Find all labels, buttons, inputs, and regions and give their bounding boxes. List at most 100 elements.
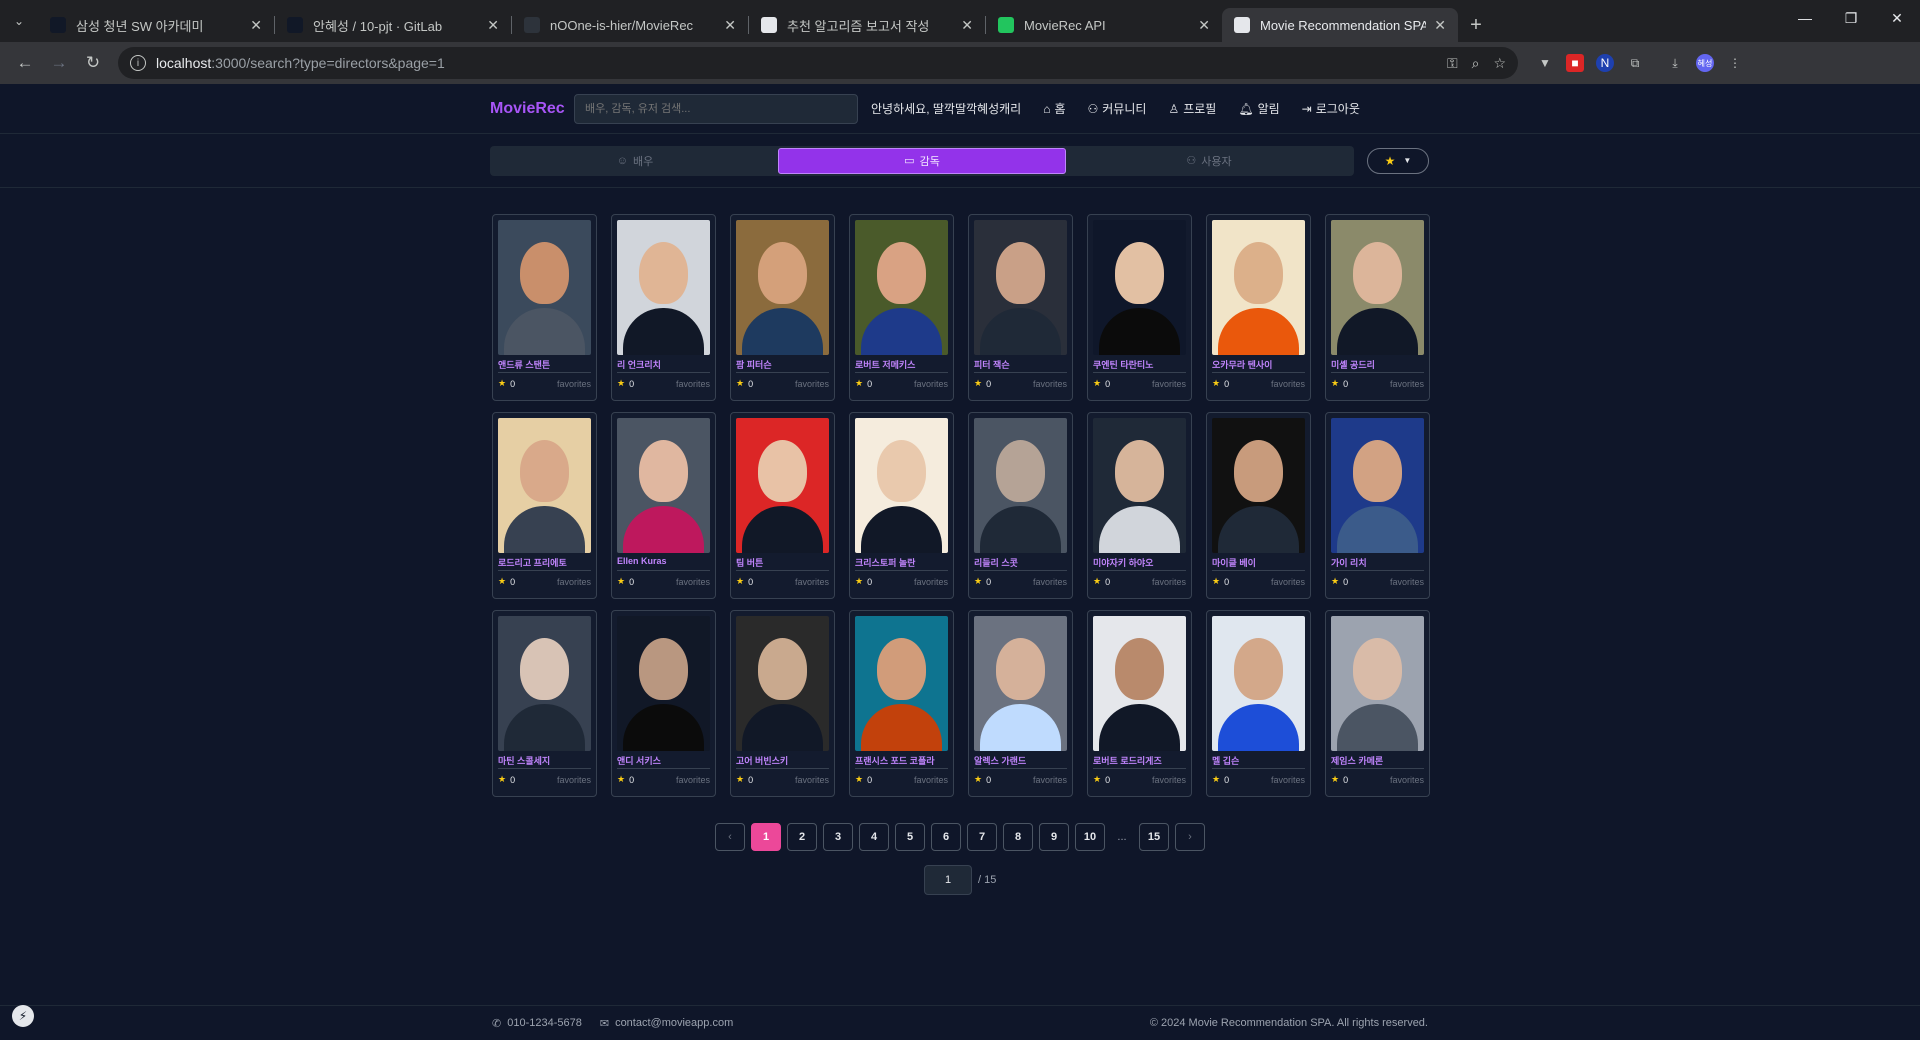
director-name[interactable]: 피터 잭슨 [974, 358, 1067, 373]
close-window-icon[interactable]: ✕ [1874, 0, 1920, 36]
director-card[interactable]: 팀 버튼 ★ 0 favorites [730, 412, 835, 599]
nav-link-4[interactable]: 🔔︎ 알림 [1238, 100, 1279, 117]
director-card[interactable]: 미야자키 하야오 ★ 0 favorites [1087, 412, 1192, 599]
star-icon[interactable]: ★ [1093, 774, 1101, 785]
vue-devtools-icon[interactable]: ▼ [1536, 54, 1554, 72]
new-tab-button[interactable]: + [1458, 8, 1494, 42]
director-card[interactable]: 로드리고 프리에토 ★ 0 favorites [492, 412, 597, 599]
star-icon[interactable]: ★ [1212, 576, 1220, 587]
star-icon[interactable]: ★ [1331, 576, 1339, 587]
director-card[interactable]: 피터 잭슨 ★ 0 favorites [968, 214, 1073, 401]
key-icon[interactable]: ⚿ [1447, 55, 1458, 72]
director-name[interactable]: 마이클 베이 [1212, 556, 1305, 571]
browser-tab[interactable]: 안혜성 / 10-pjt · GitLab ✕ [275, 8, 511, 42]
page-button[interactable]: 1 [751, 823, 781, 851]
profile-avatar[interactable]: 혜성 [1696, 54, 1714, 72]
nuxt-devtools-icon[interactable]: ⚡ [12, 1005, 34, 1027]
director-photo[interactable] [974, 220, 1067, 355]
director-name[interactable]: 알렉스 가랜드 [974, 754, 1067, 769]
category-tab-1[interactable]: ☺ 배우 [492, 148, 778, 174]
director-photo[interactable] [498, 220, 591, 355]
page-button[interactable]: 2 [787, 823, 817, 851]
director-name[interactable]: 앤디 서키스 [617, 754, 710, 769]
director-photo[interactable] [855, 220, 948, 355]
director-card[interactable]: 로버트 저메키스 ★ 0 favorites [849, 214, 954, 401]
director-name[interactable]: 로버트 로드리게즈 [1093, 754, 1186, 769]
star-icon[interactable]: ★ [855, 576, 863, 587]
star-icon[interactable]: ★ [855, 774, 863, 785]
page-button[interactable]: 4 [859, 823, 889, 851]
director-name[interactable]: 프랜시스 포드 코폴라 [855, 754, 948, 769]
tab-close-icon[interactable]: ✕ [724, 17, 736, 34]
director-name[interactable]: 팀 버튼 [736, 556, 829, 571]
star-icon[interactable]: ★ [855, 378, 863, 389]
star-icon[interactable]: ★ [498, 576, 506, 587]
browser-tab[interactable]: 삼성 청년 SW 아카데미 ✕ [38, 8, 274, 42]
director-card[interactable]: 마틴 스콜세지 ★ 0 favorites [492, 610, 597, 797]
director-card[interactable]: 오카무라 텐사이 ★ 0 favorites [1206, 214, 1311, 401]
director-name[interactable]: 미야자키 하야오 [1093, 556, 1186, 571]
page-button[interactable]: 3 [823, 823, 853, 851]
director-name[interactable]: 쿠엔틴 타란티노 [1093, 358, 1186, 373]
director-name[interactable]: 제임스 카메론 [1331, 754, 1424, 769]
director-name[interactable]: 로드리고 프리에토 [498, 556, 591, 571]
browser-tab[interactable]: 추천 알고리즘 보고서 작성 ✕ [749, 8, 985, 42]
page-button[interactable]: 5 [895, 823, 925, 851]
star-icon[interactable]: ★ [1331, 774, 1339, 785]
star-icon[interactable]: ★ [1331, 378, 1339, 389]
director-photo[interactable] [498, 418, 591, 553]
director-card[interactable]: 가이 리치 ★ 0 favorites [1325, 412, 1430, 599]
director-card[interactable]: 마이클 베이 ★ 0 favorites [1206, 412, 1311, 599]
director-photo[interactable] [1212, 616, 1305, 751]
director-photo[interactable] [617, 616, 710, 751]
director-card[interactable]: 앤드류 스탠튼 ★ 0 favorites [492, 214, 597, 401]
back-icon[interactable]: ← [8, 46, 42, 80]
director-card[interactable]: 알렉스 가랜드 ★ 0 favorites [968, 610, 1073, 797]
director-name[interactable]: 고어 버빈스키 [736, 754, 829, 769]
star-icon[interactable]: ★ [617, 576, 625, 587]
nav-link-1[interactable]: ⌂ 홈 [1043, 100, 1065, 117]
tab-search-icon[interactable]: ⌄ [0, 0, 38, 42]
reload-icon[interactable]: ↻ [76, 46, 110, 80]
tab-close-icon[interactable]: ✕ [961, 17, 973, 34]
extension-red-icon[interactable]: ■ [1566, 54, 1584, 72]
director-card[interactable]: 로버트 로드리게즈 ★ 0 favorites [1087, 610, 1192, 797]
nav-link-3[interactable]: ♙ 프로필 [1168, 100, 1216, 117]
favorites-filter-button[interactable]: ★ ▼ [1367, 147, 1429, 174]
director-photo[interactable] [974, 418, 1067, 553]
extension-n-icon[interactable]: N [1596, 54, 1614, 72]
tab-close-icon[interactable]: ✕ [487, 17, 499, 34]
restore-icon[interactable]: ❐ [1828, 0, 1874, 36]
director-photo[interactable] [855, 616, 948, 751]
page-button[interactable]: 9 [1039, 823, 1069, 851]
director-photo[interactable] [736, 616, 829, 751]
tab-close-icon[interactable]: ✕ [1434, 17, 1446, 34]
director-name[interactable]: 멜 깁슨 [1212, 754, 1305, 769]
director-name[interactable]: 로버트 저메키스 [855, 358, 948, 373]
star-icon[interactable]: ★ [736, 774, 744, 785]
star-icon[interactable]: ★ [498, 378, 506, 389]
director-name[interactable]: 크리스토퍼 놀란 [855, 556, 948, 571]
site-info-icon[interactable]: i [130, 55, 146, 71]
nav-link-5[interactable]: ⇥ 로그아웃 [1302, 100, 1360, 117]
director-name[interactable]: 마틴 스콜세지 [498, 754, 591, 769]
tab-close-icon[interactable]: ✕ [250, 17, 262, 34]
page-button-last[interactable]: 15 [1139, 823, 1169, 851]
forward-icon[interactable]: → [42, 46, 76, 80]
director-photo[interactable] [855, 418, 948, 553]
director-card[interactable]: 멜 깁슨 ★ 0 favorites [1206, 610, 1311, 797]
app-logo[interactable]: MovieRec [490, 100, 574, 118]
page-jump-input[interactable] [924, 865, 972, 895]
page-button[interactable]: 6 [931, 823, 961, 851]
director-name[interactable]: 앤드류 스탠튼 [498, 358, 591, 373]
star-icon[interactable]: ★ [974, 576, 982, 587]
director-card[interactable]: 미셸 공드리 ★ 0 favorites [1325, 214, 1430, 401]
star-icon[interactable]: ★ [736, 576, 744, 587]
star-icon[interactable]: ★ [498, 774, 506, 785]
star-icon[interactable]: ★ [736, 378, 744, 389]
browser-tab[interactable]: Movie Recommendation SPA ✕ [1222, 8, 1458, 42]
star-icon[interactable]: ★ [617, 774, 625, 785]
director-photo[interactable] [1331, 418, 1424, 553]
page-button[interactable]: 7 [967, 823, 997, 851]
director-card[interactable]: 프랜시스 포드 코폴라 ★ 0 favorites [849, 610, 954, 797]
